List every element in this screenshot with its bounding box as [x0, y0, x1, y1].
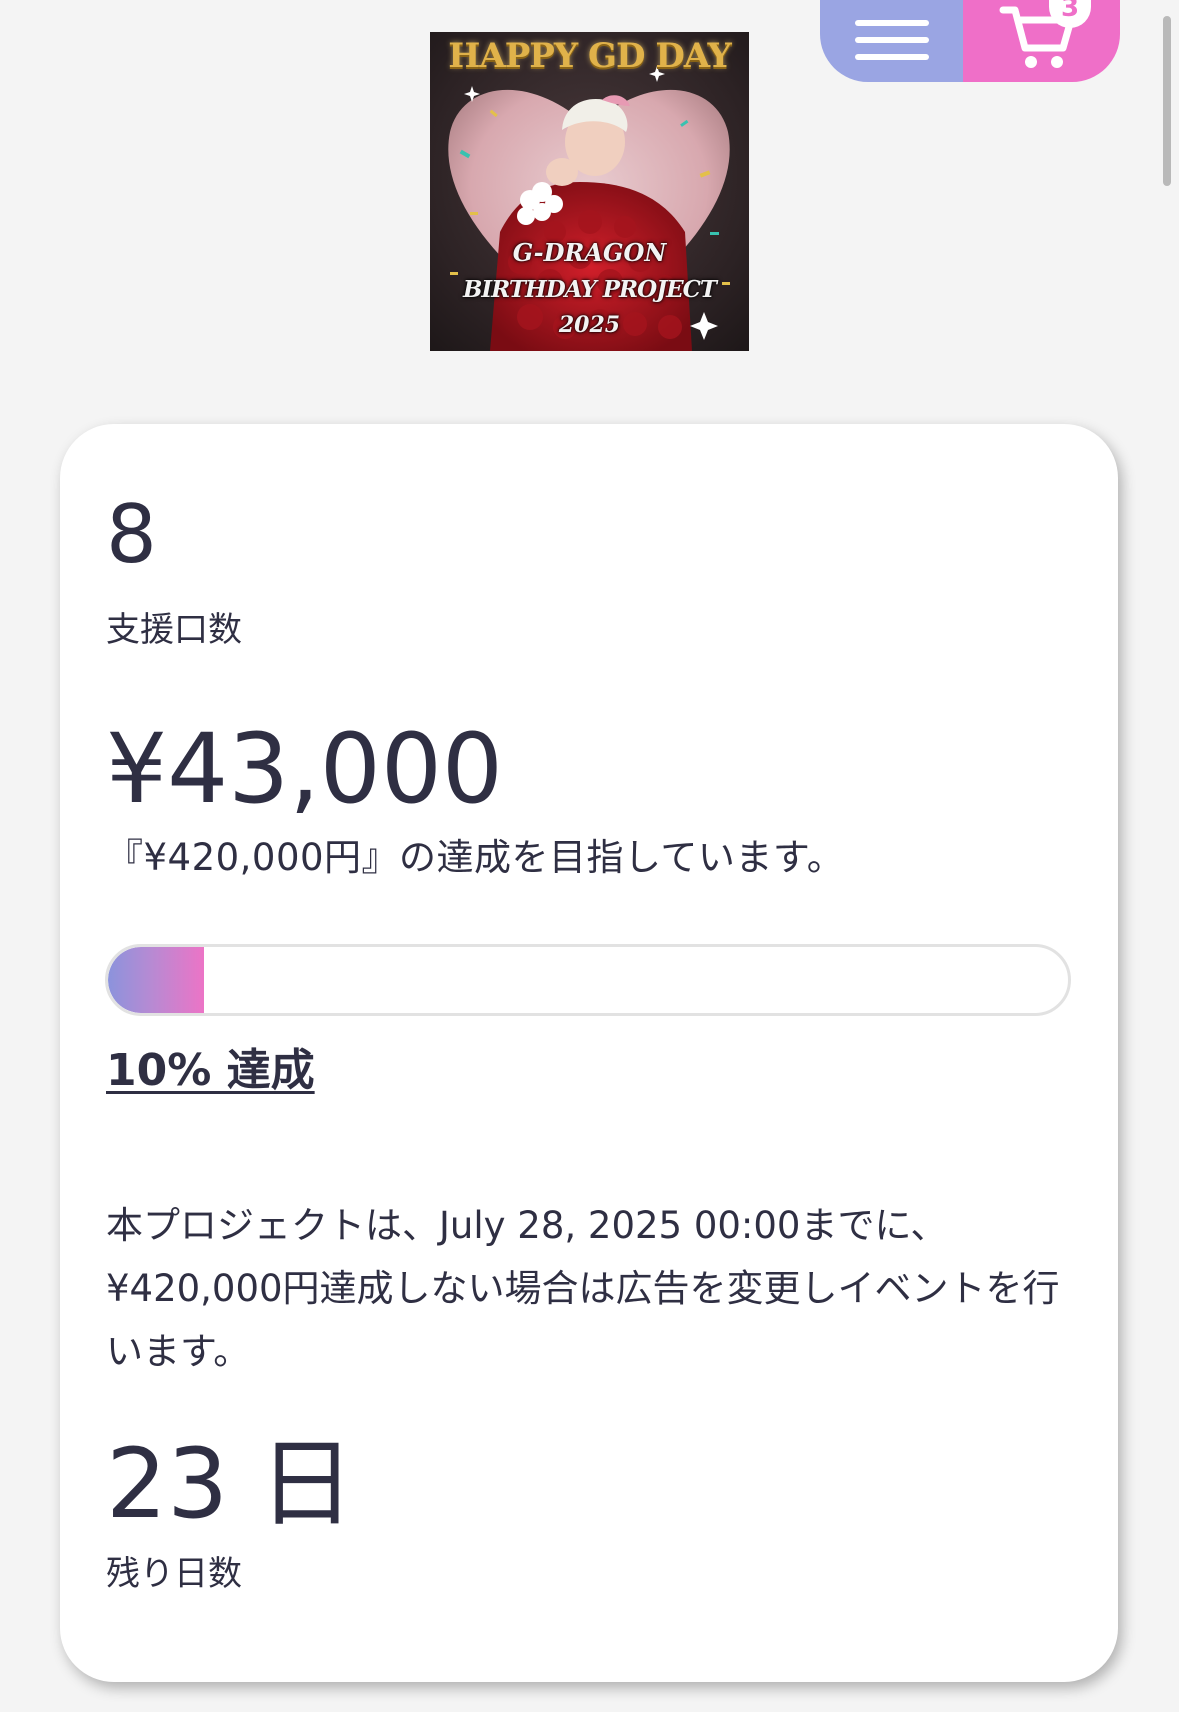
backers-label: 支援口数	[106, 610, 242, 650]
project-image-artist: G-DRAGON	[512, 238, 667, 267]
hamburger-menu-icon	[854, 20, 929, 60]
days-left-label: 残り日数	[106, 1554, 242, 1594]
header-actions: 3	[820, 0, 1120, 82]
progress-label-link[interactable]: 10% 達成	[106, 1044, 315, 1098]
cart-button[interactable]: 3	[963, 0, 1120, 82]
project-image-title: HAPPY GD DAY	[448, 36, 732, 76]
project-image-project: BIRTHDAY PROJECT	[462, 276, 717, 303]
backers-count: 8	[106, 488, 157, 581]
project-image-year: 2025	[558, 312, 621, 338]
menu-button[interactable]	[820, 0, 963, 82]
project-image-artwork	[448, 66, 730, 351]
scrollbar[interactable]	[1163, 16, 1171, 186]
project-notice: 本プロジェクトは、July 28, 2025 00:00までに、¥420,000…	[106, 1204, 1060, 1373]
progress-bar	[105, 944, 1071, 1016]
raised-amount: ¥43,000	[106, 713, 503, 825]
days-left: 23 日	[106, 1428, 355, 1540]
funding-stats-card: 8 支援口数 ¥43,000 『¥420,000円』の達成を目指しています。 1…	[60, 424, 1118, 1682]
project-image: HAPPY GD DAY G-DRAGON BIRTHDAY PROJECT 2…	[430, 32, 749, 351]
goal-text: 『¥420,000円』の達成を目指しています。	[106, 836, 845, 879]
progress-bar-fill	[108, 947, 204, 1013]
